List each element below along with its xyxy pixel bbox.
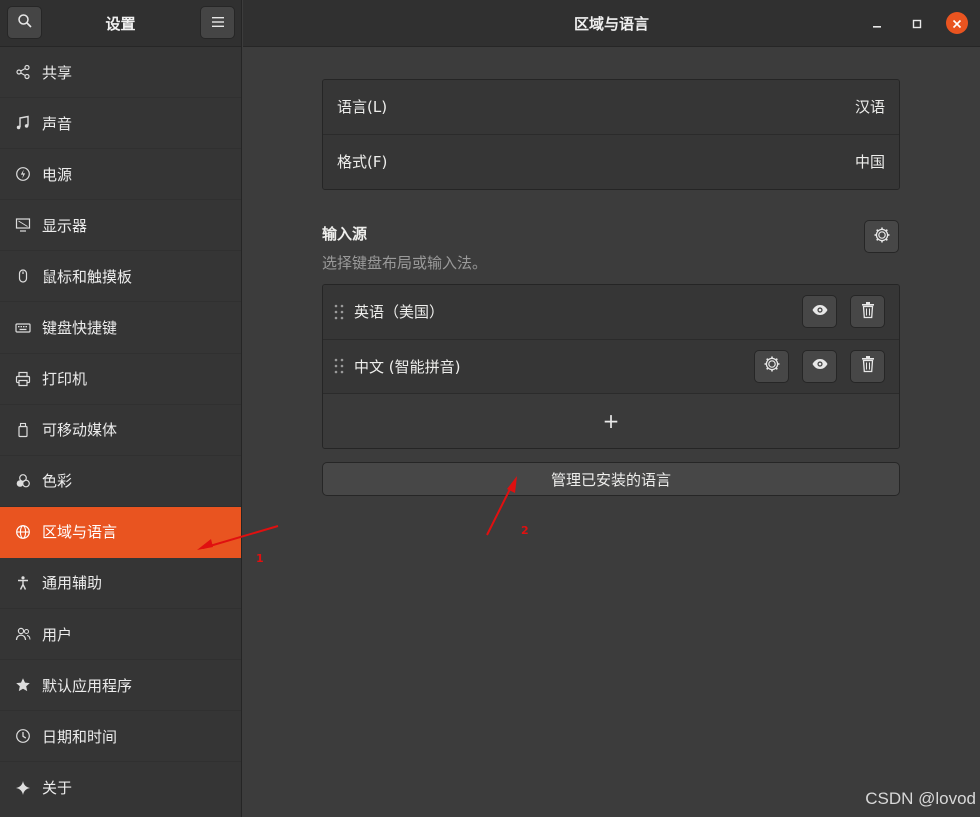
sidebar-item-removable-media[interactable]: 可移动媒体: [0, 405, 241, 456]
sidebar-nav: 共享 声音 电源 显示器 鼠标和触摸板 键盘快捷键 打印机 可移动媒体 色彩 区…: [0, 47, 241, 813]
eye-icon: [811, 355, 829, 377]
sidebar-item-label: 关于: [42, 779, 73, 798]
input-source-label: 中文 (智能拼音): [354, 357, 461, 376]
sidebar-item-label: 显示器: [42, 216, 88, 235]
sidebar-item-label: 声音: [42, 114, 73, 133]
headerbar: 区域与语言: [243, 0, 980, 47]
show-layout-button[interactable]: [802, 295, 837, 329]
settings-window: 设置 共享 声音 电源 显示器 鼠标和触摸板 键盘快捷键 打印机 可移动媒体 色…: [0, 0, 980, 817]
sidebar-item-label: 用户: [42, 625, 73, 644]
language-row[interactable]: 语言(L) 汉语: [323, 80, 899, 135]
sidebar-item-about[interactable]: 关于: [0, 762, 241, 813]
menu-button[interactable]: [200, 6, 235, 39]
maximize-icon: [912, 14, 922, 33]
share-icon: [14, 63, 32, 81]
users-icon: [14, 625, 32, 643]
search-button[interactable]: [7, 6, 42, 39]
printer-icon: [14, 370, 32, 388]
formats-value: 中国: [854, 153, 885, 172]
sparkle-icon: [14, 779, 32, 797]
star-icon: [14, 676, 32, 694]
annotation-arrow-2: [486, 476, 517, 536]
annotation-label-2: 2: [521, 524, 529, 537]
sidebar-item-sound[interactable]: 声音: [0, 98, 241, 150]
minimize-icon: [872, 14, 882, 33]
input-sources-subtitle: 选择键盘布局或输入法。: [322, 254, 488, 272]
input-source-row[interactable]: 英语（美国）: [323, 285, 899, 340]
language-value: 汉语: [854, 98, 885, 117]
sidebar-item-keyboard-shortcuts[interactable]: 键盘快捷键: [0, 302, 241, 354]
mouse-icon: [14, 267, 32, 285]
trash-icon: [860, 355, 876, 377]
formats-row[interactable]: 格式(F) 中国: [323, 134, 899, 189]
power-icon: [14, 165, 32, 183]
input-source-settings-button[interactable]: [754, 349, 789, 383]
sidebar-item-label: 电源: [42, 165, 73, 184]
sidebar-item-label: 区域与语言: [42, 523, 118, 542]
sidebar-item-default-apps[interactable]: 默认应用程序: [0, 660, 241, 712]
usb-drive-icon: [14, 421, 32, 439]
sidebar-item-label: 日期和时间: [42, 727, 118, 746]
search-icon: [17, 13, 33, 33]
sidebar-item-power[interactable]: 电源: [0, 149, 241, 201]
sidebar-item-label: 鼠标和触摸板: [42, 267, 133, 286]
annotation-label-1: 1: [256, 552, 264, 565]
sidebar-item-color[interactable]: 色彩: [0, 456, 241, 507]
remove-input-source-button[interactable]: [850, 295, 885, 329]
sidebar-item-label: 键盘快捷键: [42, 319, 118, 338]
sidebar-item-users[interactable]: 用户: [0, 609, 241, 661]
remove-input-source-button[interactable]: [850, 349, 885, 383]
sidebar-header: 设置: [0, 0, 241, 47]
sidebar-item-sharing[interactable]: 共享: [0, 47, 241, 99]
hamburger-menu-icon: [211, 13, 225, 32]
language-format-list: 语言(L) 汉语 格式(F) 中国: [322, 79, 900, 190]
drag-handle-icon[interactable]: [332, 303, 346, 321]
eye-icon: [811, 301, 829, 323]
sidebar-item-label: 通用辅助: [42, 574, 103, 593]
close-icon: [952, 14, 962, 33]
sidebar-item-label: 打印机: [42, 370, 88, 389]
annotation-arrow-1: [197, 525, 279, 550]
sidebar-item-accessibility[interactable]: 通用辅助: [0, 558, 241, 610]
drag-handle-icon[interactable]: [332, 357, 346, 375]
gear-icon: [873, 226, 891, 248]
formats-label: 格式(F): [337, 153, 388, 172]
display-icon: [14, 216, 32, 234]
sidebar-item-label: 默认应用程序: [42, 676, 133, 695]
sidebar-item-label: 可移动媒体: [42, 421, 118, 440]
globe-icon: [14, 523, 32, 541]
gear-icon: [763, 355, 781, 377]
sidebar: 设置 共享 声音 电源 显示器 鼠标和触摸板 键盘快捷键 打印机 可移动媒体 色…: [0, 0, 242, 817]
clock-icon: [14, 727, 32, 745]
region-language-panel: 语言(L) 汉语 格式(F) 中国 输入源 选择键盘布局或输入法。 英语（美国）: [197, 48, 980, 817]
input-source-label: 英语（美国）: [354, 303, 445, 322]
language-label: 语言(L): [337, 98, 388, 117]
sidebar-item-date-time[interactable]: 日期和时间: [0, 711, 241, 763]
watermark: CSDN @lovod: [865, 789, 976, 808]
sidebar-item-mouse-touchpad[interactable]: 鼠标和触摸板: [0, 251, 241, 303]
maximize-button[interactable]: [906, 12, 928, 34]
manage-installed-languages-button[interactable]: 管理已安装的语言: [322, 462, 900, 496]
input-sources-options-button[interactable]: [864, 220, 899, 253]
sidebar-item-printers[interactable]: 打印机: [0, 354, 241, 405]
sidebar-item-displays[interactable]: 显示器: [0, 200, 241, 252]
input-source-row[interactable]: 中文 (智能拼音): [323, 339, 899, 394]
close-button[interactable]: [946, 12, 968, 34]
add-input-source-button[interactable]: +: [323, 394, 899, 448]
keyboard-icon: [14, 319, 32, 337]
accessibility-icon: [14, 574, 32, 592]
minimize-button[interactable]: [866, 12, 888, 34]
show-layout-button[interactable]: [802, 349, 837, 383]
sidebar-item-label: 色彩: [42, 472, 73, 491]
input-sources-title: 输入源: [322, 225, 368, 243]
input-sources-list: 英语（美国） 中文 (智能拼音) +: [322, 284, 900, 449]
sidebar-item-label: 共享: [42, 63, 73, 82]
music-note-icon: [14, 114, 32, 132]
color-icon: [14, 472, 32, 490]
trash-icon: [860, 301, 876, 323]
